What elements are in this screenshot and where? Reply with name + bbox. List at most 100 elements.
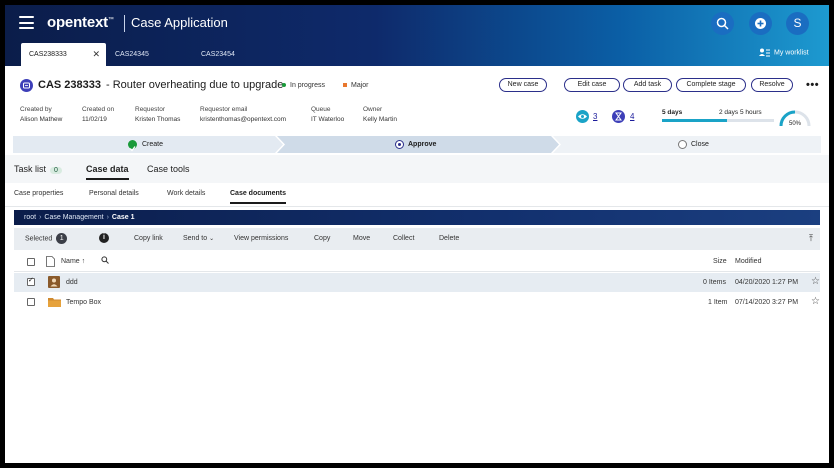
worklist-label: My worklist — [774, 49, 809, 57]
table-row[interactable]: ddd 0 Items 04/20/2020 1:27 PM ☆ — [14, 273, 820, 292]
watchers-count[interactable]: 3 — [593, 112, 597, 121]
search-icon — [716, 17, 729, 30]
row-name[interactable]: ddd — [66, 279, 78, 286]
resolve-button[interactable]: Resolve — [751, 78, 793, 92]
tab-cas23454[interactable]: CAS23454 — [193, 43, 278, 66]
row-modified: 07/14/2020 3:27 PM — [735, 299, 799, 306]
brand-logo: opentext™ — [47, 14, 114, 31]
hourglass-icon — [612, 110, 625, 123]
pending-stage-icon — [678, 140, 687, 149]
tab-label: CAS23454 — [201, 51, 235, 58]
search-button[interactable] — [711, 12, 734, 35]
meta-created-on: Created on 11/02/19 — [82, 106, 115, 123]
info-icon[interactable]: i — [99, 233, 109, 243]
case-title: - Router overheating due to upgrade — [106, 79, 284, 91]
subtab-case-properties[interactable]: Case properties — [14, 190, 63, 197]
chevron-right-icon: › — [39, 214, 42, 221]
step-approve[interactable]: Approve — [408, 136, 436, 153]
column-name[interactable]: Name ↑ — [61, 258, 85, 265]
brand-divider — [124, 15, 125, 32]
row-size: 1 Item — [708, 299, 728, 306]
favorite-star-icon[interactable]: ☆ — [811, 296, 820, 307]
file-type-icon — [46, 256, 55, 269]
breadcrumb: root › Case Management › Case 1 — [14, 210, 820, 225]
tab-case-tools[interactable]: Case tools — [147, 164, 190, 174]
row-checkbox[interactable] — [27, 298, 35, 306]
completion-text: 50% — [789, 121, 802, 127]
copy-link-button[interactable]: Copy link — [134, 235, 163, 242]
menu-icon[interactable] — [19, 16, 34, 29]
meta-owner: Owner Kelly Martin — [363, 106, 397, 123]
subtab-case-documents[interactable]: Case documents — [230, 190, 287, 204]
delete-button[interactable]: Delete — [439, 235, 459, 242]
view-permissions-button[interactable]: View permissions — [234, 235, 288, 242]
selected-count-badge: 1 — [56, 233, 68, 244]
check-icon — [128, 140, 137, 152]
row-modified: 04/20/2020 1:27 PM — [735, 279, 799, 286]
completion-gauge: 50% — [779, 110, 811, 127]
add-task-button[interactable]: Add task — [623, 78, 672, 92]
crumb-case-management[interactable]: Case Management — [44, 214, 103, 221]
complete-stage-button[interactable]: Complete stage — [676, 78, 746, 92]
new-case-button[interactable]: New case — [499, 78, 547, 92]
step-close[interactable]: Close — [691, 136, 709, 153]
selected-indicator: Selected 1 — [25, 233, 68, 244]
user-folder-icon — [48, 276, 60, 290]
column-modified[interactable]: Modified — [735, 258, 761, 265]
table-row[interactable]: Tempo Box 1 Item 07/14/2020 3:27 PM ☆ — [14, 293, 820, 312]
column-size[interactable]: Size — [713, 258, 727, 265]
case-tabs: CAS238333 ✕ CAS24345 CAS23454 — [5, 43, 829, 66]
copy-button[interactable]: Copy — [314, 235, 330, 242]
more-options-icon[interactable]: ••• — [806, 79, 819, 91]
user-avatar[interactable]: S — [786, 12, 809, 35]
tab-label: CAS238333 — [29, 51, 67, 58]
tasks-count[interactable]: 4 — [630, 112, 634, 121]
priority-square-icon — [343, 83, 347, 88]
add-button[interactable] — [749, 12, 772, 35]
collect-button[interactable]: Collect — [393, 235, 414, 242]
sla-progress-fill — [662, 119, 727, 122]
folder-icon — [48, 297, 61, 309]
row-name[interactable]: Tempo Box — [66, 299, 101, 306]
meta-requestor-email: Requestor email kristenthomas@opentext.co… — [200, 106, 287, 123]
subtab-personal-details[interactable]: Personal details — [89, 190, 139, 197]
send-to-button[interactable]: Send to ⌄ — [183, 235, 214, 242]
worklist-icon — [759, 48, 770, 57]
app-window: opentext™ Case Application S CAS238333 ✕… — [5, 5, 829, 463]
status-badge: In progress — [282, 82, 325, 89]
crumb-root[interactable]: root — [24, 214, 36, 221]
row-checkbox[interactable] — [27, 276, 35, 286]
sub-tabs: Case properties Personal details Work de… — [5, 183, 829, 207]
status-text: In progress — [290, 82, 326, 89]
sla-progress-bar — [662, 119, 774, 122]
select-all-checkbox[interactable] — [27, 258, 35, 266]
my-worklist-link[interactable]: My worklist — [759, 48, 809, 57]
step-create[interactable]: Create — [142, 136, 163, 153]
main-tabs: Task list 0 Case data Case tools — [5, 155, 829, 183]
crumb-current: Case 1 — [111, 214, 135, 221]
top-header: opentext™ Case Application S CAS238333 ✕… — [5, 5, 829, 66]
plus-circle-icon — [755, 18, 766, 29]
sort-up-icon: ↑ — [81, 258, 86, 265]
close-icon[interactable]: ✕ — [92, 43, 100, 66]
case-icon — [20, 79, 33, 92]
tab-label: CAS24345 — [115, 51, 149, 58]
current-stage-icon — [395, 140, 404, 149]
favorite-star-icon[interactable]: ☆ — [811, 276, 820, 287]
tab-case-data[interactable]: Case data — [86, 164, 129, 180]
collapse-toolbar-icon[interactable]: ⤒ — [809, 233, 813, 244]
edit-case-button[interactable]: Edit case — [564, 78, 620, 92]
priority-badge: Major — [343, 82, 369, 89]
tab-cas24345[interactable]: CAS24345 — [107, 43, 192, 66]
meta-queue: Queue IT Waterloo — [311, 106, 345, 123]
move-button[interactable]: Move — [353, 235, 370, 242]
meta-created-by: Created by Alison Mathew — [20, 106, 63, 123]
status-dot-icon — [282, 83, 286, 88]
table-header: Name ↑ Size Modified — [14, 252, 820, 272]
subtab-work-details[interactable]: Work details — [167, 190, 205, 197]
app-title: Case Application — [131, 15, 228, 30]
tab-cas238333[interactable]: CAS238333 ✕ — [21, 43, 106, 66]
search-icon[interactable] — [101, 256, 109, 266]
meta-requestor: Requestor Kristen Thomas — [135, 106, 181, 123]
tab-task-list[interactable]: Task list 0 — [14, 164, 62, 174]
